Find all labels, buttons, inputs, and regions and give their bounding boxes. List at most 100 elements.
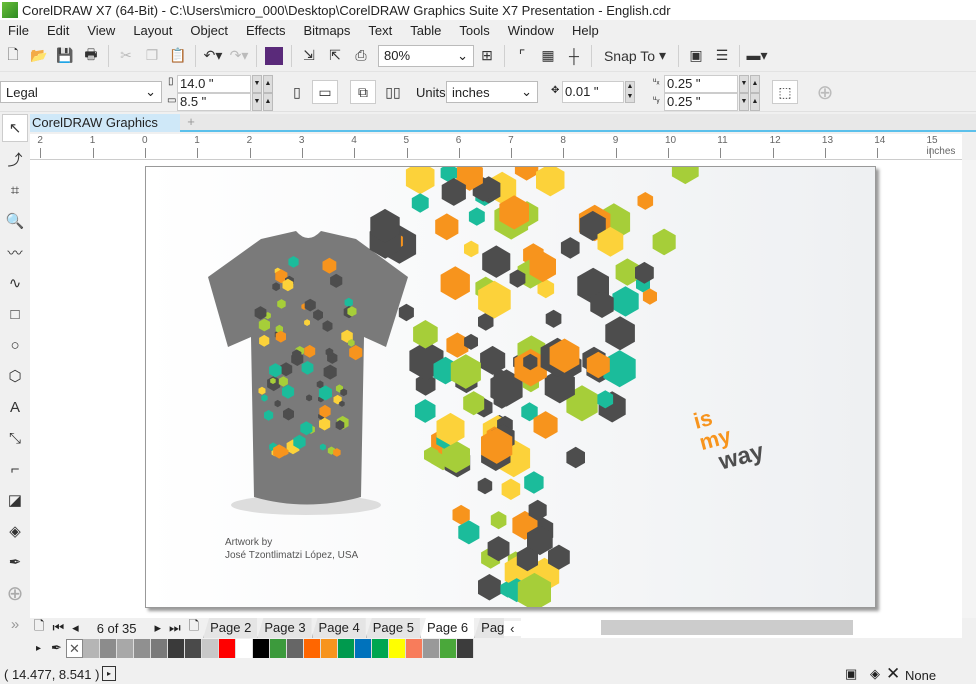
document-tab[interactable]: CorelDRAW Graphics S... [30,114,180,148]
cut-icon[interactable]: ✂ [113,44,139,68]
last-page-icon[interactable]: ⏭ [165,620,185,636]
page-tab-7[interactable]: Pag [474,618,505,638]
status-menu-button[interactable]: ▸ [102,666,116,681]
page-tab-6[interactable]: Page 6 [419,618,475,638]
color-swatch[interactable] [218,638,236,658]
menu-table[interactable]: Table [402,23,451,38]
options-icon[interactable]: ☰ [709,44,735,68]
palette-menu-icon[interactable]: ▸ [30,643,47,654]
snap-to-dropdown[interactable]: Snap To ▾ [596,44,674,68]
color-swatch[interactable] [456,638,474,658]
page-height-field[interactable]: 8.5 " [177,93,251,111]
pick-tool-icon[interactable]: ↖ [2,114,28,142]
treat-as-filled-icon[interactable]: ⬚ [772,80,798,104]
color-swatch[interactable] [82,638,100,658]
width-increment[interactable]: ▲ [263,75,273,93]
publish-pdf-icon[interactable]: ⎙ [348,44,374,68]
color-swatch[interactable] [150,638,168,658]
crop-tool-icon[interactable]: ⌗ [2,176,28,204]
show-guidelines-icon[interactable]: ┼ [561,44,587,68]
color-swatch[interactable] [201,638,219,658]
export-icon[interactable]: ⇱ [322,44,348,68]
color-swatch[interactable] [133,638,151,658]
horizontal-scrollbar[interactable] [520,618,962,638]
portrait-icon[interactable]: ▯ [284,80,310,104]
page-tab-3[interactable]: Page 3 [257,618,312,638]
dimension-tool-icon[interactable]: ⤡ [2,424,28,452]
dup-y-increment[interactable]: ▲ [750,93,760,111]
new-tab-plus-icon[interactable]: + [182,114,200,132]
color-swatch[interactable] [252,638,270,658]
color-swatch[interactable] [184,638,202,658]
freehand-tool-icon[interactable]: 〰 [2,238,28,266]
text-tool-icon[interactable]: A [2,393,28,421]
horizontal-ruler[interactable]: 2 1 0 1 2 3 4 5 6 7 8 9 10 11 12 13 14 15 inches [30,134,962,160]
color-swatch[interactable] [371,638,389,658]
drop-shadow-tool-icon[interactable]: ◪ [2,486,28,514]
next-page-icon[interactable]: ▸ [150,620,165,636]
nudge-spinner[interactable]: ▲ ▼ [625,81,635,103]
add-page-before-icon[interactable]: 🗋 [30,617,48,639]
all-pages-icon[interactable]: ⧉ [350,80,376,104]
color-swatch[interactable] [286,638,304,658]
artistic-media-icon[interactable]: ∿ [2,269,28,297]
vertical-scrollbar[interactable] [962,160,976,618]
previous-page-icon[interactable]: ◂ [68,620,83,636]
dup-x-increment[interactable]: ▲ [750,75,760,93]
color-swatch[interactable] [167,638,185,658]
color-swatch[interactable] [116,638,134,658]
dup-y-decrement[interactable]: ▼ [739,93,749,111]
transparency-tool-icon[interactable]: ◈ [2,517,28,545]
height-decrement[interactable]: ▼ [252,93,262,111]
scroll-left-icon[interactable]: ‹ [504,620,521,636]
menu-help[interactable]: Help [564,23,609,38]
page-width-field[interactable]: 14.0 " [177,75,251,93]
document-color-icon[interactable]: ▣ [845,666,857,682]
color-swatch[interactable] [388,638,406,658]
color-swatch[interactable] [303,638,321,658]
color-swatch[interactable] [439,638,457,658]
menu-view[interactable]: View [79,23,125,38]
units-select[interactable]: inches ⌄ [446,81,538,103]
nudge-distance-field[interactable]: 0.01 " [562,81,624,103]
page-tab-2[interactable]: Page 2 [203,618,258,638]
no-color-swatch[interactable]: ✕ [65,638,83,658]
undo-icon[interactable]: ↶▾ [200,44,226,68]
menu-layout[interactable]: Layout [125,23,182,38]
duplicate-distance-y[interactable]: 0.25 " [664,93,738,111]
color-swatch[interactable] [354,638,372,658]
redo-icon[interactable]: ↷▾ [226,44,252,68]
color-swatch[interactable] [269,638,287,658]
menu-bitmaps[interactable]: Bitmaps [295,23,360,38]
eyedropper-tool-icon[interactable]: ✒ [2,548,28,576]
zoom-level-select[interactable]: 80% ⌄ [378,44,474,67]
zoom-tool-icon[interactable]: 🔍 [2,207,28,235]
rectangle-tool-icon[interactable]: □ [2,300,28,328]
show-grid-icon[interactable]: ▦ [535,44,561,68]
height-increment[interactable]: ▲ [263,93,273,111]
first-page-icon[interactable]: ⏮ [48,620,68,636]
dup-x-decrement[interactable]: ▼ [739,75,749,93]
full-screen-preview-icon[interactable]: ⊞ [474,44,500,68]
color-swatch[interactable] [337,638,355,658]
add-page-after-icon[interactable]: 🗋 [185,617,203,639]
menu-window[interactable]: Window [500,23,564,38]
menu-effects[interactable]: Effects [238,23,296,38]
add-tool-icon[interactable]: ⊕ [2,579,28,607]
expand-icon[interactable]: » [2,610,28,638]
copy-icon[interactable]: ❐ [139,44,165,68]
page-tab-5[interactable]: Page 5 [365,618,420,638]
welcome-screen-icon[interactable]: ▣ [683,44,709,68]
menu-text[interactable]: Text [360,23,402,38]
connector-tool-icon[interactable]: ⌐ [2,455,28,483]
color-swatch[interactable] [99,638,117,658]
new-document-icon[interactable]: 🗋 [0,44,26,68]
print-icon[interactable]: 🖶 [78,44,104,68]
current-page-icon[interactable]: ▯▯ [380,80,406,104]
page-tab-4[interactable]: Page 4 [311,618,366,638]
search-content-icon[interactable] [261,44,287,68]
ellipse-tool-icon[interactable]: ○ [2,331,28,359]
menu-tools[interactable]: Tools [451,23,499,38]
menu-edit[interactable]: Edit [39,23,79,38]
landscape-icon[interactable]: ▭ [312,80,338,104]
